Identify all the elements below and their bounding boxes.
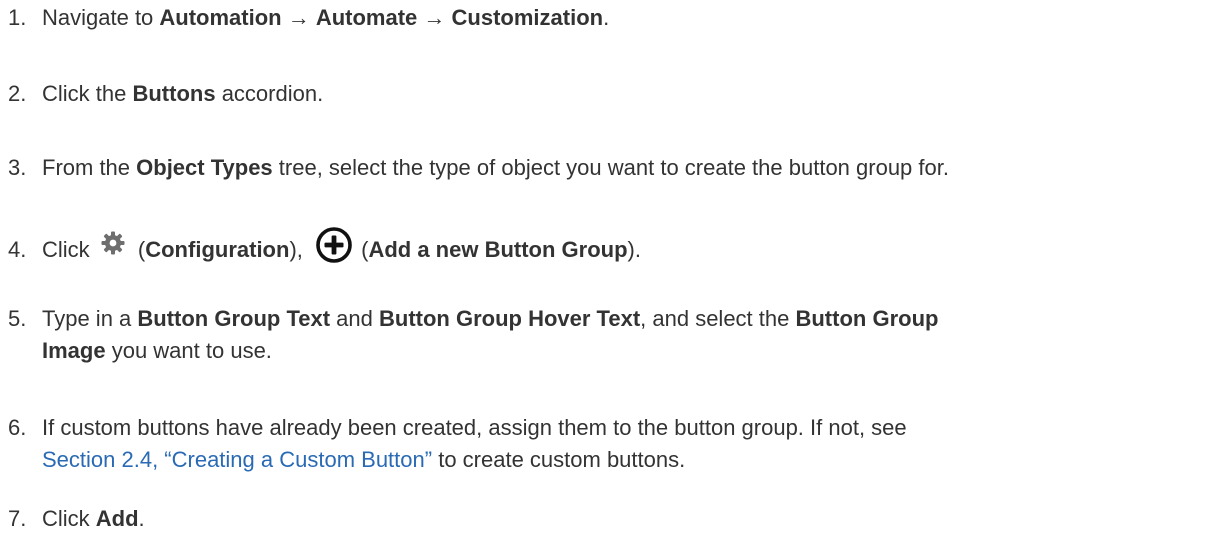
step-text: ( [355,236,369,262]
menu-automation: Automation [159,5,282,30]
step-text: ), [289,236,309,262]
step-text: If custom buttons have already been crea… [42,415,907,440]
step-3: 3. From the Object Types tree, select the… [0,152,1200,184]
step-number: 4. [8,236,27,262]
step-text: From the [42,155,137,180]
buttons-accordion-label: Buttons [132,81,216,106]
object-types-label: Object Types [136,155,273,180]
step-text: Click the [42,81,133,106]
step-7: 7. Click Add. [0,503,1200,535]
step-text: ( [131,236,146,262]
step-number: 1. [8,5,27,30]
step-text: Click [42,236,96,262]
button-group-hover-text-label: Button Group Hover Text [379,306,641,331]
add-button-group-label: Add a new Button Group [368,236,628,262]
step-number: 6. [8,415,27,440]
step-number: 2. [8,81,27,106]
step-number: 3. [8,155,27,180]
step-text: . [603,5,610,30]
step-text: accordion. [215,81,324,106]
plus-circle-icon [315,226,353,264]
button-group-text-label: Button Group Text [137,306,331,331]
menu-automate: Automate [315,5,418,30]
step-1: 1. Navigate to Automation → Automate → Cu… [0,2,1200,34]
button-group-image-label-cont: Image [42,338,106,363]
step-text: and [330,306,379,331]
step-text: ). [627,236,641,262]
add-label: Add [95,506,139,531]
step-5: 5. Type in a Button Group Text and Button… [0,303,1200,367]
button-group-image-label: Button Group [795,306,939,331]
step-text: to create custom buttons. [432,447,686,472]
step-text: Click [42,506,96,531]
menu-customization: Customization [451,5,604,30]
step-2: 2. Click the Buttons accordion. [0,78,1200,110]
step-4: 4. Click (Configuration), (Add a new Butt… [0,227,1200,270]
arrow-separator: → [417,5,452,30]
step-text: Navigate to [42,5,160,30]
step-text: Type in a [42,306,138,331]
step-text: you want to use. [105,338,272,363]
arrow-separator: → [281,5,316,30]
step-6: 6. If custom buttons have already been cr… [0,412,1200,476]
step-text: tree, select the type of object you want… [272,155,949,180]
gear-icon [100,230,126,256]
configuration-label: Configuration [145,236,290,262]
step-text: , and select the [640,306,796,331]
step-number: 7. [8,506,27,531]
step-text: . [138,506,145,531]
step-6-continuation: Section 2.4, “Creating a Custom Button” … [0,444,1200,476]
step-5-continuation: Image you want to use. [0,335,1200,367]
creating-custom-button-link[interactable]: Section 2.4, “Creating a Custom Button” [42,447,432,472]
procedure-steps: 1. Navigate to Automation → Automate → Cu… [0,0,1218,546]
step-number: 5. [8,306,27,331]
